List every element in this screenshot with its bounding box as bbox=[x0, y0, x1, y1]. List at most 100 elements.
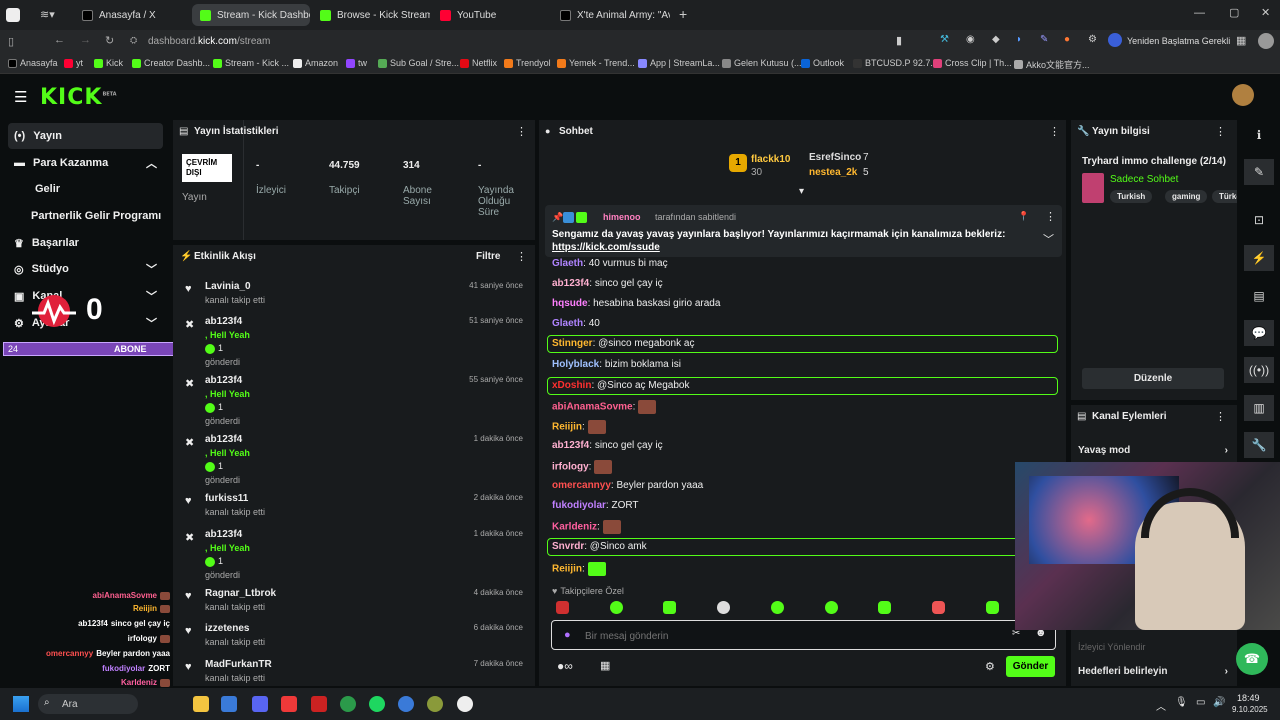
chat-username[interactable]: hqsude bbox=[552, 298, 588, 309]
emote-icon[interactable] bbox=[610, 601, 623, 614]
menu-icon[interactable]: ☰ bbox=[14, 88, 27, 106]
edit-button[interactable]: Düzenle bbox=[1082, 368, 1224, 389]
bookmark-item[interactable]: Netflix bbox=[460, 58, 497, 68]
leader-name[interactable]: flackk10 bbox=[751, 154, 790, 165]
network-icon[interactable]: ▭ bbox=[1196, 697, 1205, 708]
bookmark-item[interactable]: Akko文能官方... bbox=[1014, 58, 1090, 71]
chat-username[interactable]: Glaeth bbox=[552, 318, 583, 329]
extension-icon[interactable]: ◆ bbox=[992, 34, 1000, 45]
chat-username[interactable]: Karldeniz bbox=[552, 522, 597, 533]
bookmark-item[interactable]: Amazon bbox=[293, 58, 338, 68]
chat-tools-icon[interactable]: ●∞ bbox=[557, 659, 573, 673]
store-icon[interactable] bbox=[221, 696, 237, 712]
set-goals-row[interactable]: Hedefleri belirleyin › bbox=[1078, 666, 1228, 677]
event-username[interactable]: ab123f4 bbox=[205, 375, 242, 386]
chat-message[interactable]: xDoshin: @Sinco aç Megabok bbox=[552, 380, 689, 391]
chat-message[interactable]: abiAnamaSovme: bbox=[552, 400, 657, 414]
event-username[interactable]: MadFurkanTR bbox=[205, 659, 272, 670]
extension-icon[interactable]: ⚒ bbox=[940, 34, 949, 45]
chat-username[interactable]: Stinnger bbox=[552, 338, 593, 349]
extension-icon[interactable]: ✎ bbox=[1040, 34, 1048, 45]
emote-icon[interactable] bbox=[986, 601, 999, 614]
emote-icon[interactable] bbox=[825, 601, 838, 614]
explorer-icon[interactable] bbox=[193, 696, 209, 712]
user-avatar[interactable] bbox=[1232, 84, 1254, 106]
mic-icon[interactable]: ● bbox=[564, 629, 571, 641]
more-icon[interactable]: ⋮ bbox=[1049, 125, 1060, 138]
vivaldi-icon[interactable] bbox=[281, 696, 297, 712]
emote-icon[interactable] bbox=[663, 601, 676, 614]
chevron-down-icon[interactable]: ﹀ bbox=[1043, 231, 1054, 247]
edit-icon[interactable]: ✎ bbox=[1244, 159, 1274, 185]
event-username[interactable]: ab123f4 bbox=[205, 434, 242, 445]
layout-icon[interactable]: ▥ bbox=[1244, 395, 1274, 421]
tray-chevron-icon[interactable]: ︿ bbox=[1156, 698, 1166, 713]
bookmark-item[interactable]: Trendyol bbox=[504, 58, 551, 68]
chat-message[interactable]: Stinnger: @sinco megabonk aç bbox=[552, 338, 694, 349]
tab-kick-browse[interactable]: Browse - Kick Streaming bbox=[312, 4, 430, 26]
focus-icon[interactable]: ⊡ bbox=[1244, 207, 1274, 233]
bookmark-item[interactable]: Cross Clip | Th... bbox=[933, 58, 1012, 68]
chat-message[interactable]: Glaeth: 40 vurmus bi maç bbox=[552, 258, 668, 269]
sidebar-item-yayin[interactable]: (•) Yayın bbox=[8, 123, 163, 149]
app-icon[interactable] bbox=[311, 696, 327, 712]
chat-message[interactable]: Reiijin: bbox=[552, 562, 606, 576]
pinned-by-user[interactable]: himenoo bbox=[603, 212, 641, 222]
update-icon[interactable] bbox=[1108, 33, 1122, 47]
sidebar-item-partnerlik[interactable]: Partnerlik Gelir Programı bbox=[8, 203, 163, 229]
info-icon[interactable]: ℹ bbox=[1244, 122, 1274, 148]
green-fab[interactable]: ☎ bbox=[1236, 643, 1268, 675]
send-button[interactable]: Gönder bbox=[1006, 656, 1055, 677]
more-icon[interactable]: ⋮ bbox=[516, 125, 527, 138]
tab-kick-dashboard[interactable]: Stream - Kick Dashboard bbox=[192, 4, 310, 26]
bookmark-item[interactable]: Outlook bbox=[801, 58, 844, 68]
chat-message[interactable]: hqsude: hesabina baskasi girio arada bbox=[552, 298, 720, 309]
clock-date[interactable]: 9.10.2025 bbox=[1232, 705, 1268, 714]
chat-username[interactable]: ab123f4 bbox=[552, 440, 589, 451]
start-icon[interactable] bbox=[13, 696, 29, 712]
tab-x-animal-army[interactable]: X'te Animal Army: "Avlanm bbox=[552, 4, 670, 26]
chat-message[interactable]: Glaeth: 40 bbox=[552, 318, 600, 329]
back-icon[interactable]: ← bbox=[54, 34, 65, 46]
event-username[interactable]: izzetenes bbox=[205, 623, 249, 634]
chat-username[interactable]: irfology bbox=[552, 462, 589, 473]
chat-message[interactable]: Holyblack: bizim boklama isi bbox=[552, 359, 681, 370]
chat-username[interactable]: xDoshin bbox=[552, 380, 591, 391]
notes-icon[interactable]: ▤ bbox=[1244, 283, 1274, 309]
bookmark-item[interactable]: Sub Goal / Stre... bbox=[378, 58, 459, 68]
restart-required-label[interactable]: Yeniden Başlatma Gerekli bbox=[1127, 36, 1230, 46]
bookmark-item[interactable]: Stream - Kick ... bbox=[213, 58, 289, 68]
chat-message[interactable]: ab123f4: sinco gel çay iç bbox=[552, 278, 663, 289]
chat-message-input[interactable] bbox=[585, 627, 985, 645]
obs-icon[interactable] bbox=[457, 696, 473, 712]
tab-youtube[interactable]: YouTube bbox=[432, 4, 548, 26]
expand-leaderboard-icon[interactable]: ▾ bbox=[799, 186, 804, 197]
sidebar-toggle-icon[interactable]: ▯ bbox=[8, 35, 14, 48]
bookmark-item[interactable]: tw bbox=[346, 58, 367, 68]
site-info-icon[interactable]: ⛭ bbox=[130, 35, 137, 46]
event-username[interactable]: furkiss11 bbox=[205, 493, 248, 504]
chat-username[interactable]: Snvrdr bbox=[552, 541, 584, 552]
sidebar-item-basarilar[interactable]: ♛ Başarılar bbox=[8, 230, 163, 256]
extension-icon[interactable]: ◉ bbox=[966, 34, 975, 45]
chat-message[interactable]: irfology: bbox=[552, 460, 613, 474]
profile-avatar[interactable] bbox=[1258, 33, 1274, 49]
chat-username[interactable]: fukodiyolar bbox=[552, 500, 606, 511]
event-username[interactable]: ab123f4 bbox=[205, 529, 242, 540]
mic-tray-icon[interactable]: 🎙 bbox=[1175, 697, 1188, 708]
tab-x-home[interactable]: Anasayfa / X bbox=[74, 4, 190, 26]
chat-message[interactable]: ab123f4: sinco gel çay iç bbox=[552, 440, 663, 451]
chat-username[interactable]: ab123f4 bbox=[552, 278, 589, 289]
bookmark-item[interactable]: Creator Dashb... bbox=[132, 58, 210, 68]
url-field[interactable]: dashboard.kick.com/stream bbox=[148, 36, 270, 47]
spotify-icon[interactable] bbox=[369, 696, 385, 712]
leader-name[interactable]: EsrefSinco bbox=[809, 152, 861, 163]
chrome-icon[interactable] bbox=[340, 696, 356, 712]
chat-username[interactable]: Reiijin bbox=[552, 564, 582, 575]
chat-bubble-icon[interactable]: 💬 bbox=[1244, 320, 1274, 346]
chat-username[interactable]: Reiijin bbox=[552, 422, 582, 433]
emote-icon[interactable] bbox=[771, 601, 784, 614]
maximize-button[interactable]: ▢ bbox=[1229, 6, 1239, 19]
chat-username[interactable]: abiAnamaSovme bbox=[552, 402, 633, 413]
bookmark-item[interactable]: yt bbox=[64, 58, 83, 68]
